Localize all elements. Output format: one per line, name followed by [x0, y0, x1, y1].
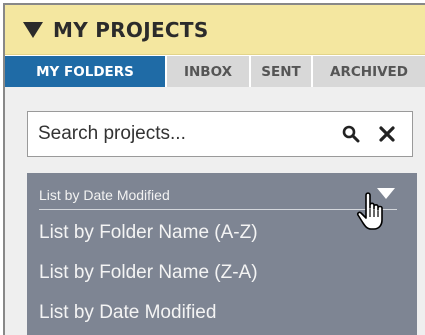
clear-icon[interactable] — [376, 123, 398, 145]
tab-inbox[interactable]: INBOX — [167, 56, 251, 87]
tab-archived[interactable]: ARCHIVED — [313, 56, 425, 87]
panel-title: MY PROJECTS — [53, 17, 209, 42]
divider — [39, 209, 397, 210]
search-area — [5, 87, 425, 185]
search-input[interactable] — [38, 123, 340, 145]
triangle-down-icon[interactable] — [23, 21, 43, 38]
sort-dropdown[interactable]: List by Date Modified List by Folder Nam… — [27, 173, 417, 335]
tab-my-folders[interactable]: MY FOLDERS — [5, 56, 167, 87]
search-box — [27, 111, 413, 157]
projects-panel: MY PROJECTS MY FOLDERS INBOX SENT ARCHIV… — [3, 3, 425, 335]
folder-tabs: MY FOLDERS INBOX SENT ARCHIVED — [5, 55, 425, 87]
sort-selected-label: List by Date Modified — [39, 187, 170, 203]
sort-option-name-desc[interactable]: List by Folder Name (Z-A) — [27, 253, 417, 293]
search-icon[interactable] — [340, 123, 362, 145]
tab-sent[interactable]: SENT — [251, 56, 313, 87]
panel-header[interactable]: MY PROJECTS — [5, 5, 425, 55]
sort-option-date-modified[interactable]: List by Date Modified — [27, 293, 417, 333]
sort-dropdown-selected[interactable]: List by Date Modified — [27, 173, 417, 230]
hand-pointer-icon — [356, 192, 383, 230]
